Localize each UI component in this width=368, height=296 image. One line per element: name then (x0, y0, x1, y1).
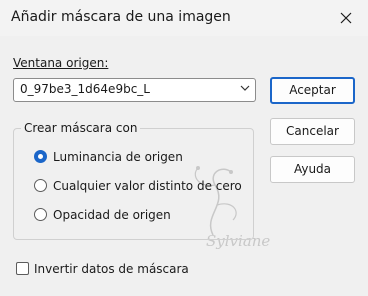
radio-source-luminance[interactable] (34, 150, 47, 163)
help-button[interactable]: Ayuda (270, 156, 355, 183)
title-bar: Añadir máscara de una imagen (0, 0, 368, 36)
radio-source-opacity-label[interactable]: Opacidad de origen (53, 208, 171, 222)
mask-options-legend: Crear máscara con (21, 121, 141, 135)
source-window-value: 0_97be3_1d64e9bc_L (20, 82, 150, 96)
window-title: Añadir máscara de una imagen (11, 9, 231, 25)
radio-source-luminance-label[interactable]: Luminancia de origen (53, 150, 183, 164)
close-icon (340, 12, 352, 24)
cancel-button[interactable]: Cancelar (270, 118, 355, 145)
source-window-select[interactable]: 0_97be3_1d64e9bc_L (13, 78, 256, 102)
radio-source-opacity[interactable] (34, 208, 47, 221)
source-window-label: Ventana origen: (13, 56, 109, 70)
chevron-down-icon (240, 85, 250, 91)
ok-button[interactable]: Aceptar (270, 77, 355, 104)
radio-any-nonzero[interactable] (34, 179, 47, 192)
radio-any-nonzero-label[interactable]: Cualquier valor distinto de cero (53, 179, 242, 193)
close-button[interactable] (332, 4, 360, 32)
invert-mask-checkbox[interactable] (16, 262, 29, 275)
invert-mask-label[interactable]: Invertir datos de máscara (34, 262, 189, 276)
